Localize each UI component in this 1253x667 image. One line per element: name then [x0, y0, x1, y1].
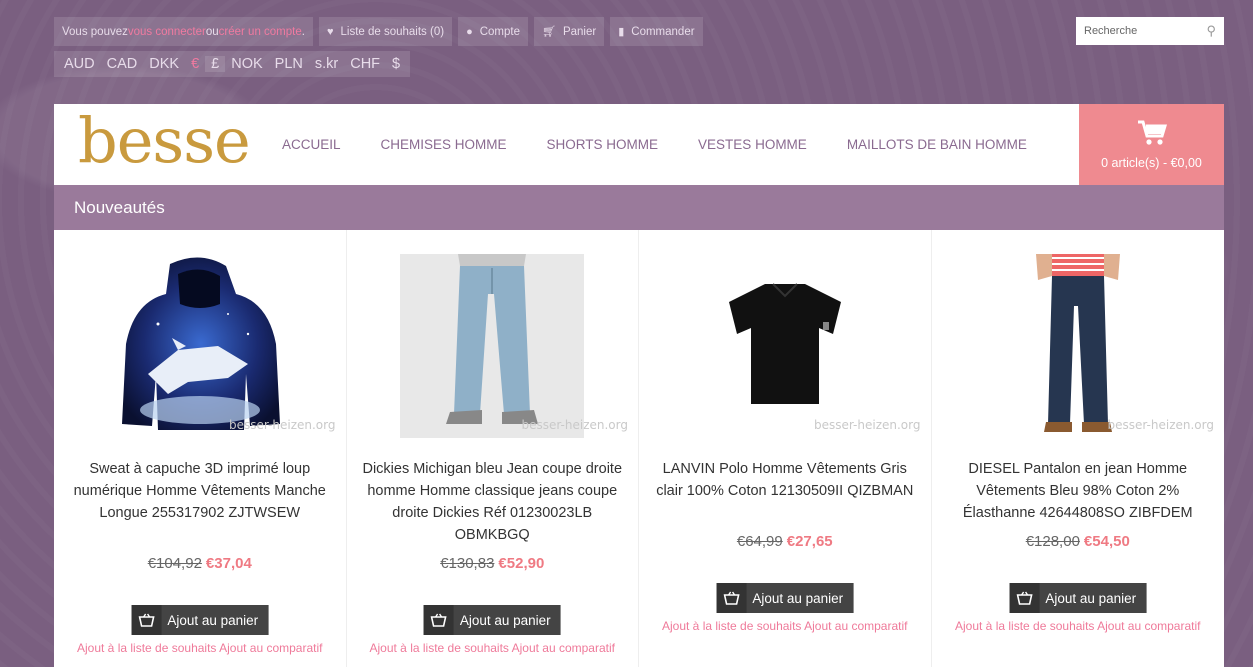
- login-prefix: Vous pouvez: [62, 25, 128, 38]
- product-image[interactable]: [400, 254, 585, 438]
- currency-dkk[interactable]: DKK: [143, 56, 185, 72]
- currency-switcher: AUD CAD DKK € £ NOK PLN s.kr CHF $: [54, 51, 411, 77]
- product-title[interactable]: DIESEL Pantalon en jean Homme Vêtements …: [944, 458, 1213, 524]
- add-to-cart-label: Ajout au panier: [752, 590, 844, 606]
- watermark: besser-heizen.org: [229, 418, 336, 432]
- basket-icon: [1009, 583, 1040, 613]
- currency-usd[interactable]: $: [386, 56, 406, 72]
- currency-gbp[interactable]: £: [205, 56, 226, 72]
- product-price: €130,83 €52,90: [347, 555, 639, 572]
- search-input[interactable]: [1084, 25, 1194, 37]
- wishlist-label: Liste de souhaits (0): [340, 25, 445, 38]
- cart-label: Panier: [562, 25, 597, 38]
- add-to-wishlist-link[interactable]: Ajout à la liste de souhaits: [662, 619, 801, 633]
- cart-summary: 0 article(s) - €0,00: [1101, 155, 1202, 170]
- currency-nok[interactable]: NOK: [225, 56, 268, 72]
- watermark: besser-heizen.org: [814, 418, 921, 432]
- currency-aud[interactable]: AUD: [58, 56, 101, 72]
- checkout-link[interactable]: ▮ Commander: [610, 17, 703, 46]
- product-card: besser-heizen.org Dickies Michigan bleu …: [347, 230, 639, 667]
- product-title[interactable]: Sweat à capuche 3D imprimé loup numériqu…: [66, 458, 334, 524]
- product-grid: besser-heizen.org Sweat à capuche 3D imp…: [54, 230, 1224, 667]
- product-price: €64,99 €27,65: [639, 533, 931, 550]
- old-price: €104,92: [147, 555, 202, 572]
- nav-accueil[interactable]: ACCUEIL: [282, 137, 341, 152]
- wishlist-link[interactable]: ♥ Liste de souhaits (0): [318, 17, 453, 46]
- add-to-cart-button[interactable]: Ajout au panier: [716, 583, 854, 613]
- watermark: besser-heizen.org: [521, 418, 629, 432]
- cart-link[interactable]: 🛒︎ Panier: [534, 17, 605, 46]
- account-link[interactable]: ● Compte: [458, 17, 528, 46]
- register-link[interactable]: créer un compte: [219, 26, 302, 38]
- nav-chemises-homme[interactable]: CHEMISES HOMME: [381, 137, 507, 152]
- product-links: Ajout à la liste de souhaits Ajout au co…: [932, 619, 1225, 633]
- product-image[interactable]: [108, 254, 292, 438]
- cart-icon: 🛒︎: [542, 26, 556, 38]
- add-to-compare-link[interactable]: Ajout au comparatif: [512, 641, 615, 655]
- add-to-wishlist-link[interactable]: Ajout à la liste de souhaits: [370, 641, 509, 655]
- product-title[interactable]: LANVIN Polo Homme Vêtements Gris clair 1…: [651, 458, 919, 502]
- add-to-compare-link[interactable]: Ajout au comparatif: [219, 641, 322, 655]
- login-suffix: .: [301, 25, 305, 38]
- file-icon: ▮: [618, 26, 625, 38]
- old-price: €130,83: [440, 555, 495, 572]
- product-card: besser-heizen.org DIESEL Pantalon en jea…: [932, 230, 1225, 667]
- logo[interactable]: besse: [78, 109, 258, 172]
- product-image[interactable]: [986, 254, 1170, 438]
- heart-icon: ♥: [326, 25, 334, 38]
- currency-eur[interactable]: €: [185, 56, 205, 72]
- add-to-cart-button[interactable]: Ajout au panier: [1009, 583, 1147, 613]
- section-title: Nouveautés: [54, 185, 1224, 230]
- main-nav: ACCUEIL CHEMISES HOMME SHORTS HOMME VEST…: [282, 137, 1067, 152]
- user-icon: ●: [466, 25, 473, 38]
- add-to-cart-button[interactable]: Ajout au panier: [423, 605, 561, 635]
- site-header: besse ACCUEIL CHEMISES HOMME SHORTS HOMM…: [54, 104, 1224, 185]
- currency-cad[interactable]: CAD: [101, 56, 144, 72]
- product-image[interactable]: [693, 254, 877, 438]
- product-price: €104,92 €37,04: [54, 555, 346, 572]
- nav-vestes-homme[interactable]: VESTES HOMME: [698, 137, 807, 152]
- currency-skr[interactable]: s.kr: [309, 56, 344, 72]
- currency-pln[interactable]: PLN: [269, 56, 309, 72]
- product-price: €128,00 €54,50: [932, 533, 1225, 550]
- new-price: €37,04: [205, 555, 252, 572]
- new-price: €27,65: [786, 533, 833, 550]
- add-to-cart-label: Ajout au panier: [1045, 590, 1137, 606]
- currency-chf[interactable]: CHF: [344, 56, 386, 72]
- product-links: Ajout à la liste de souhaits Ajout au co…: [347, 641, 639, 655]
- header-cart-button[interactable]: 0 article(s) - €0,00: [1079, 104, 1224, 185]
- top-bar: Vous pouvez vous connecter ou créer un c…: [54, 17, 703, 46]
- search-icon[interactable]: ⚲: [1206, 23, 1216, 39]
- add-to-compare-link[interactable]: Ajout au comparatif: [804, 619, 907, 633]
- checkout-label: Commander: [631, 25, 695, 38]
- product-title[interactable]: Dickies Michigan bleu Jean coupe droite …: [359, 458, 627, 546]
- new-price: €54,50: [1083, 533, 1130, 550]
- product-links: Ajout à la liste de souhaits Ajout au co…: [54, 641, 346, 655]
- nav-maillots-de-bain-homme[interactable]: MAILLOTS DE BAIN HOMME: [847, 137, 1027, 152]
- basket-icon: [423, 605, 454, 635]
- old-price: €128,00: [1025, 533, 1080, 550]
- login-link[interactable]: vous connecter: [128, 26, 206, 38]
- add-to-cart-label: Ajout au panier: [167, 612, 259, 628]
- add-to-cart-button[interactable]: Ajout au panier: [131, 605, 269, 635]
- basket-icon: [131, 605, 162, 635]
- add-to-wishlist-link[interactable]: Ajout à la liste de souhaits: [77, 641, 216, 655]
- new-price: €52,90: [498, 555, 545, 572]
- watermark: besser-heizen.org: [1107, 418, 1215, 432]
- add-to-cart-label: Ajout au panier: [459, 612, 551, 628]
- old-price: €64,99: [736, 533, 783, 550]
- add-to-wishlist-link[interactable]: Ajout à la liste de souhaits: [955, 619, 1094, 633]
- nav-shorts-homme[interactable]: SHORTS HOMME: [547, 137, 659, 152]
- product-links: Ajout à la liste de souhaits Ajout au co…: [639, 619, 931, 633]
- product-card: besser-heizen.org Sweat à capuche 3D imp…: [54, 230, 347, 667]
- add-to-compare-link[interactable]: Ajout au comparatif: [1097, 619, 1200, 633]
- basket-icon: [716, 583, 747, 613]
- account-label: Compte: [479, 25, 520, 38]
- shopping-cart-icon: [1137, 120, 1167, 150]
- login-message: Vous pouvez vous connecter ou créer un c…: [54, 17, 313, 46]
- product-card: besser-heizen.org LANVIN Polo Homme Vête…: [639, 230, 932, 667]
- login-mid: ou: [205, 25, 219, 38]
- search-box: ⚲: [1076, 17, 1224, 45]
